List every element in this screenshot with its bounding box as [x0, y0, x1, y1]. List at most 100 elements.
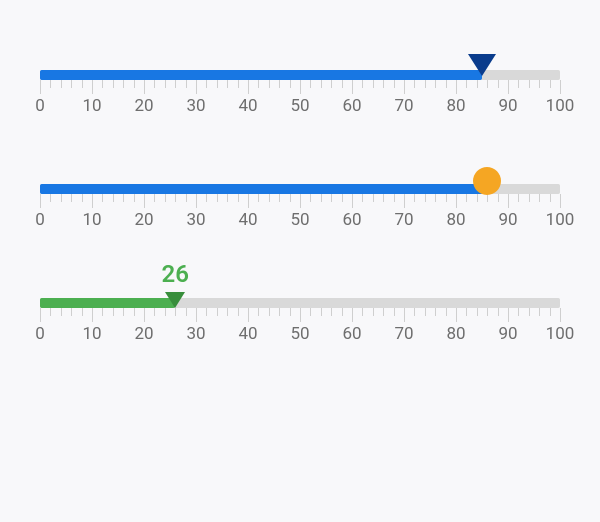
tick-minor — [123, 308, 124, 316]
slider-value-label: 26 — [161, 260, 188, 288]
tick-minor — [279, 194, 280, 202]
tick-minor — [550, 194, 551, 202]
tick-minor — [518, 194, 519, 202]
tick-major — [300, 308, 301, 322]
tick-minor — [269, 308, 270, 316]
slider-track-fill — [40, 184, 487, 194]
tick-minor — [342, 194, 343, 202]
tick-minor — [238, 308, 239, 316]
tick-minor — [310, 194, 311, 202]
tick-label: 40 — [238, 324, 257, 344]
tick-minor — [487, 80, 488, 88]
tick-minor — [518, 80, 519, 88]
tick-minor — [539, 80, 540, 88]
slider-3-ruler[interactable]: 26 0102030405060708090100 — [40, 298, 560, 342]
tick-minor — [477, 308, 478, 316]
tick-minor — [435, 194, 436, 202]
tick-minor — [362, 194, 363, 202]
tick-minor — [279, 80, 280, 88]
tick-minor — [435, 308, 436, 316]
tick-minor — [71, 308, 72, 316]
tick-minor — [227, 80, 228, 88]
tick-minor — [498, 194, 499, 202]
slider-3: 26 0102030405060708090100 — [40, 298, 560, 342]
tick-minor — [113, 80, 114, 88]
tick-label: 90 — [498, 324, 517, 344]
tick-label: 30 — [186, 324, 205, 344]
tick-minor — [238, 80, 239, 88]
tick-label: 60 — [342, 210, 361, 230]
triangle-down-icon[interactable] — [165, 292, 185, 308]
tick-major — [560, 80, 561, 94]
tick-minor — [71, 194, 72, 202]
slider-2: 0102030405060708090100 — [40, 184, 560, 228]
tick-minor — [113, 194, 114, 202]
tick-minor — [373, 194, 374, 202]
tick-major — [40, 308, 41, 322]
tick-label: 80 — [446, 210, 465, 230]
tick-minor — [321, 308, 322, 316]
tick-minor — [175, 194, 176, 202]
tick-minor — [154, 308, 155, 316]
slider-gallery: 0102030405060708090100 01020304050607080… — [0, 0, 600, 382]
tick-minor — [373, 80, 374, 88]
tick-major — [196, 194, 197, 208]
tick-minor — [82, 80, 83, 88]
tick-minor — [154, 80, 155, 88]
triangle-down-icon[interactable] — [468, 54, 496, 76]
tick-minor — [258, 80, 259, 88]
circle-icon[interactable] — [473, 167, 501, 195]
tick-minor — [50, 308, 51, 316]
tick-minor — [290, 194, 291, 202]
tick-minor — [435, 80, 436, 88]
tick-major — [508, 308, 509, 322]
tick-minor — [331, 194, 332, 202]
tick-minor — [123, 194, 124, 202]
tick-minor — [498, 80, 499, 88]
tick-label: 70 — [394, 96, 413, 116]
tick-major — [560, 308, 561, 322]
tick-minor — [529, 194, 530, 202]
slider-1-ruler[interactable]: 0102030405060708090100 — [40, 70, 560, 114]
tick-major — [196, 308, 197, 322]
tick-major — [300, 194, 301, 208]
tick-major — [300, 80, 301, 94]
tick-minor — [425, 308, 426, 316]
tick-minor — [414, 308, 415, 316]
tick-minor — [550, 308, 551, 316]
tick-label: 60 — [342, 96, 361, 116]
tick-minor — [123, 80, 124, 88]
tick-minor — [529, 80, 530, 88]
tick-major — [352, 80, 353, 94]
tick-major — [456, 194, 457, 208]
tick-label: 10 — [82, 324, 101, 344]
tick-minor — [310, 308, 311, 316]
tick-major — [248, 194, 249, 208]
tick-minor — [394, 80, 395, 88]
tick-major — [144, 194, 145, 208]
tick-minor — [175, 308, 176, 316]
tick-label: 40 — [238, 96, 257, 116]
slider-2-ruler[interactable]: 0102030405060708090100 — [40, 184, 560, 228]
tick-label: 10 — [82, 96, 101, 116]
tick-minor — [206, 80, 207, 88]
tick-minor — [165, 194, 166, 202]
slider-track-fill — [40, 70, 482, 80]
tick-minor — [539, 308, 540, 316]
tick-minor — [227, 308, 228, 316]
tick-minor — [518, 308, 519, 316]
tick-minor — [186, 80, 187, 88]
tick-minor — [50, 80, 51, 88]
tick-label: 30 — [186, 210, 205, 230]
tick-major — [40, 80, 41, 94]
tick-minor — [383, 194, 384, 202]
tick-label: 20 — [134, 324, 153, 344]
tick-major — [40, 194, 41, 208]
tick-minor — [227, 194, 228, 202]
tick-major — [248, 80, 249, 94]
tick-minor — [186, 308, 187, 316]
tick-label: 10 — [82, 210, 101, 230]
tick-minor — [134, 308, 135, 316]
tick-major — [508, 80, 509, 94]
tick-minor — [331, 80, 332, 88]
